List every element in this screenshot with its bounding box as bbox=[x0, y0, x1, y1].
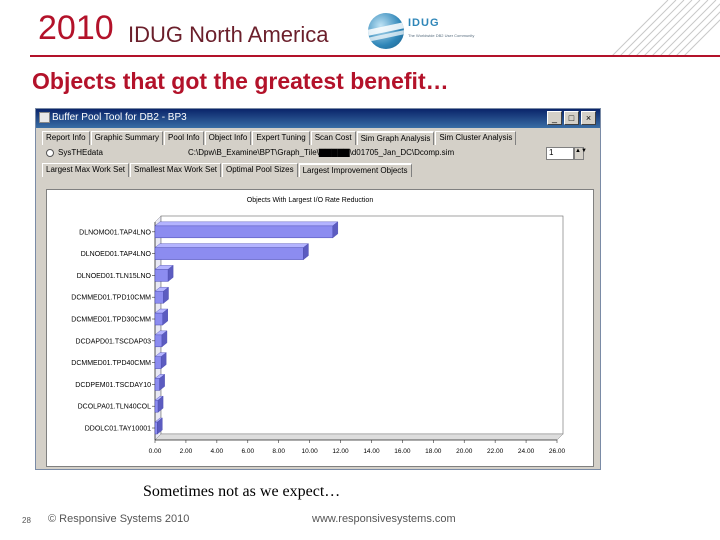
x-tick-label-12: 24.00 bbox=[518, 448, 535, 455]
copyright-text: © Responsive Systems 2010 bbox=[48, 513, 190, 525]
website-url: www.responsivesystems.com bbox=[312, 513, 456, 525]
bar-4 bbox=[154, 312, 163, 326]
tab-expert-tuning[interactable]: Expert Tuning bbox=[252, 131, 310, 145]
y-tick-label-6: DCMMED01.TPD40CMM bbox=[71, 360, 151, 367]
bar-chart: Objects With Largest I/O Rate Reduction D… bbox=[71, 197, 566, 455]
idug-globe-icon bbox=[368, 13, 404, 49]
bar-1 bbox=[154, 247, 304, 260]
y-tick-label-1: DLNOED01.TAP4LNO bbox=[81, 251, 152, 258]
bar-2 bbox=[154, 269, 169, 282]
subtab-largest-improvement-objects[interactable]: Largest Improvement Objects bbox=[298, 163, 412, 177]
x-tick-label-1: 2.00 bbox=[180, 448, 193, 455]
close-button[interactable]: × bbox=[581, 111, 596, 125]
chart-floor bbox=[154, 433, 564, 441]
file-row: SysTHEdata C:\Dpw\B_Examine\BPT\Graph_Ti… bbox=[36, 145, 600, 163]
sub-tabs: Largest Max Work Set Smallest Max Work Se… bbox=[36, 163, 600, 177]
tab-scan-cost[interactable]: Scan Cost bbox=[310, 131, 356, 145]
window-titlebar[interactable]: Buffer Pool Tool for DB2 - BP3 _ □ × bbox=[36, 109, 600, 128]
main-tabs: Report Info Graphic Summary Pool Info Objec… bbox=[36, 131, 600, 145]
chart-title: Objects With Largest I/O Rate Reduction bbox=[247, 197, 374, 204]
y-tick-label-9: DDOLC01.TAY10001 bbox=[85, 426, 151, 433]
maximize-button[interactable]: □ bbox=[564, 111, 579, 125]
conference-year: 2010 bbox=[38, 9, 114, 47]
y-tick-label-8: DCOLPA01.TLN40COL bbox=[78, 404, 152, 411]
bar-6 bbox=[154, 356, 162, 369]
minimize-button[interactable]: _ bbox=[547, 111, 562, 125]
y-tick-label-3: DCMMED01.TPD10CMM bbox=[71, 295, 151, 302]
subtab-largest-max-work-set[interactable]: Largest Max Work Set bbox=[42, 163, 129, 177]
y-tick-label-7: DCDPEM01.TSCDAY10 bbox=[75, 382, 151, 389]
file-path: C:\Dpw\B_Examine\BPT\Graph_Tile\▇▇▇▇▇\d0… bbox=[188, 148, 455, 157]
idug-logo-subtitle: The Worldwide DB2 User Community bbox=[408, 33, 475, 38]
radio-label: SysTHEdata bbox=[58, 148, 103, 157]
header-stripes-decoration bbox=[611, 0, 720, 56]
page-number: 28 bbox=[22, 516, 31, 525]
x-tick-label-7: 14.00 bbox=[363, 448, 380, 455]
app-icon bbox=[39, 112, 50, 123]
y-tick-label-2: DLNOED01.TLN15LNO bbox=[77, 273, 152, 280]
slide-header: 2010 IDUG North America IDUG The Worldwi… bbox=[0, 0, 720, 56]
x-tick-label-11: 22.00 bbox=[487, 448, 504, 455]
x-tick-label-10: 20.00 bbox=[456, 448, 473, 455]
tab-sim-cluster-analysis[interactable]: Sim Cluster Analysis bbox=[435, 131, 517, 145]
slide-caption: Sometimes not as we expect… bbox=[143, 483, 341, 500]
header-rule bbox=[30, 55, 720, 57]
bar-7 bbox=[154, 378, 160, 391]
bar-top-0 bbox=[154, 221, 339, 227]
tab-graphic-summary[interactable]: Graphic Summary bbox=[90, 131, 164, 145]
y-tick-label-0: DLNOMO01.TAP4LNO bbox=[79, 229, 151, 236]
x-tick-label-8: 16.00 bbox=[394, 448, 411, 455]
subtab-smallest-max-work-set[interactable]: Smallest Max Work Set bbox=[130, 163, 221, 177]
window-title: Buffer Pool Tool for DB2 - BP3 bbox=[52, 112, 187, 123]
tab-object-info[interactable]: Object Info bbox=[204, 131, 252, 145]
spin-arrows-icon[interactable]: ▲▼ bbox=[574, 147, 587, 160]
x-tick-label-13: 26.00 bbox=[549, 448, 566, 455]
tab-report-info[interactable]: Report Info bbox=[42, 131, 90, 145]
window-controls: _ □ × bbox=[547, 111, 596, 125]
idug-logo-text: IDUG bbox=[408, 17, 440, 29]
conference-name: IDUG North America bbox=[128, 22, 329, 47]
y-tick-label-5: DCDAPD01.TSCDAP03 bbox=[76, 338, 152, 345]
bar-3 bbox=[154, 290, 164, 304]
bar-0 bbox=[154, 225, 334, 239]
radio-button[interactable] bbox=[46, 149, 54, 157]
slide-title: Objects that got the greatest benefit… bbox=[32, 68, 449, 94]
x-tick-label-3: 6.00 bbox=[241, 448, 254, 455]
spin-input[interactable]: 1 bbox=[546, 147, 574, 160]
subtab-optimal-pool-sizes[interactable]: Optimal Pool Sizes bbox=[221, 163, 298, 177]
tab-pool-info[interactable]: Pool Info bbox=[164, 131, 204, 145]
bar-top-1 bbox=[154, 243, 310, 248]
x-tick-label-6: 12.00 bbox=[332, 448, 349, 455]
buffer-pool-tool-window: Buffer Pool Tool for DB2 - BP3 _ □ × Rep… bbox=[35, 108, 601, 470]
bar-9 bbox=[154, 421, 158, 435]
x-tick-label-0: 0.00 bbox=[149, 448, 162, 455]
x-tick-label-4: 8.00 bbox=[272, 448, 285, 455]
x-tick-label-9: 18.00 bbox=[425, 448, 442, 455]
tab-sim-graph-analysis[interactable]: Sim Graph Analysis bbox=[356, 131, 435, 145]
x-tick-label-2: 4.00 bbox=[211, 448, 224, 455]
x-tick-label-5: 10.00 bbox=[301, 448, 318, 455]
y-tick-label-4: DCMMED01.TPD30CMM bbox=[71, 317, 151, 324]
bar-5 bbox=[154, 334, 163, 348]
bar-8 bbox=[154, 399, 159, 413]
chart-panel: Objects With Largest I/O Rate Reduction D… bbox=[46, 189, 594, 467]
